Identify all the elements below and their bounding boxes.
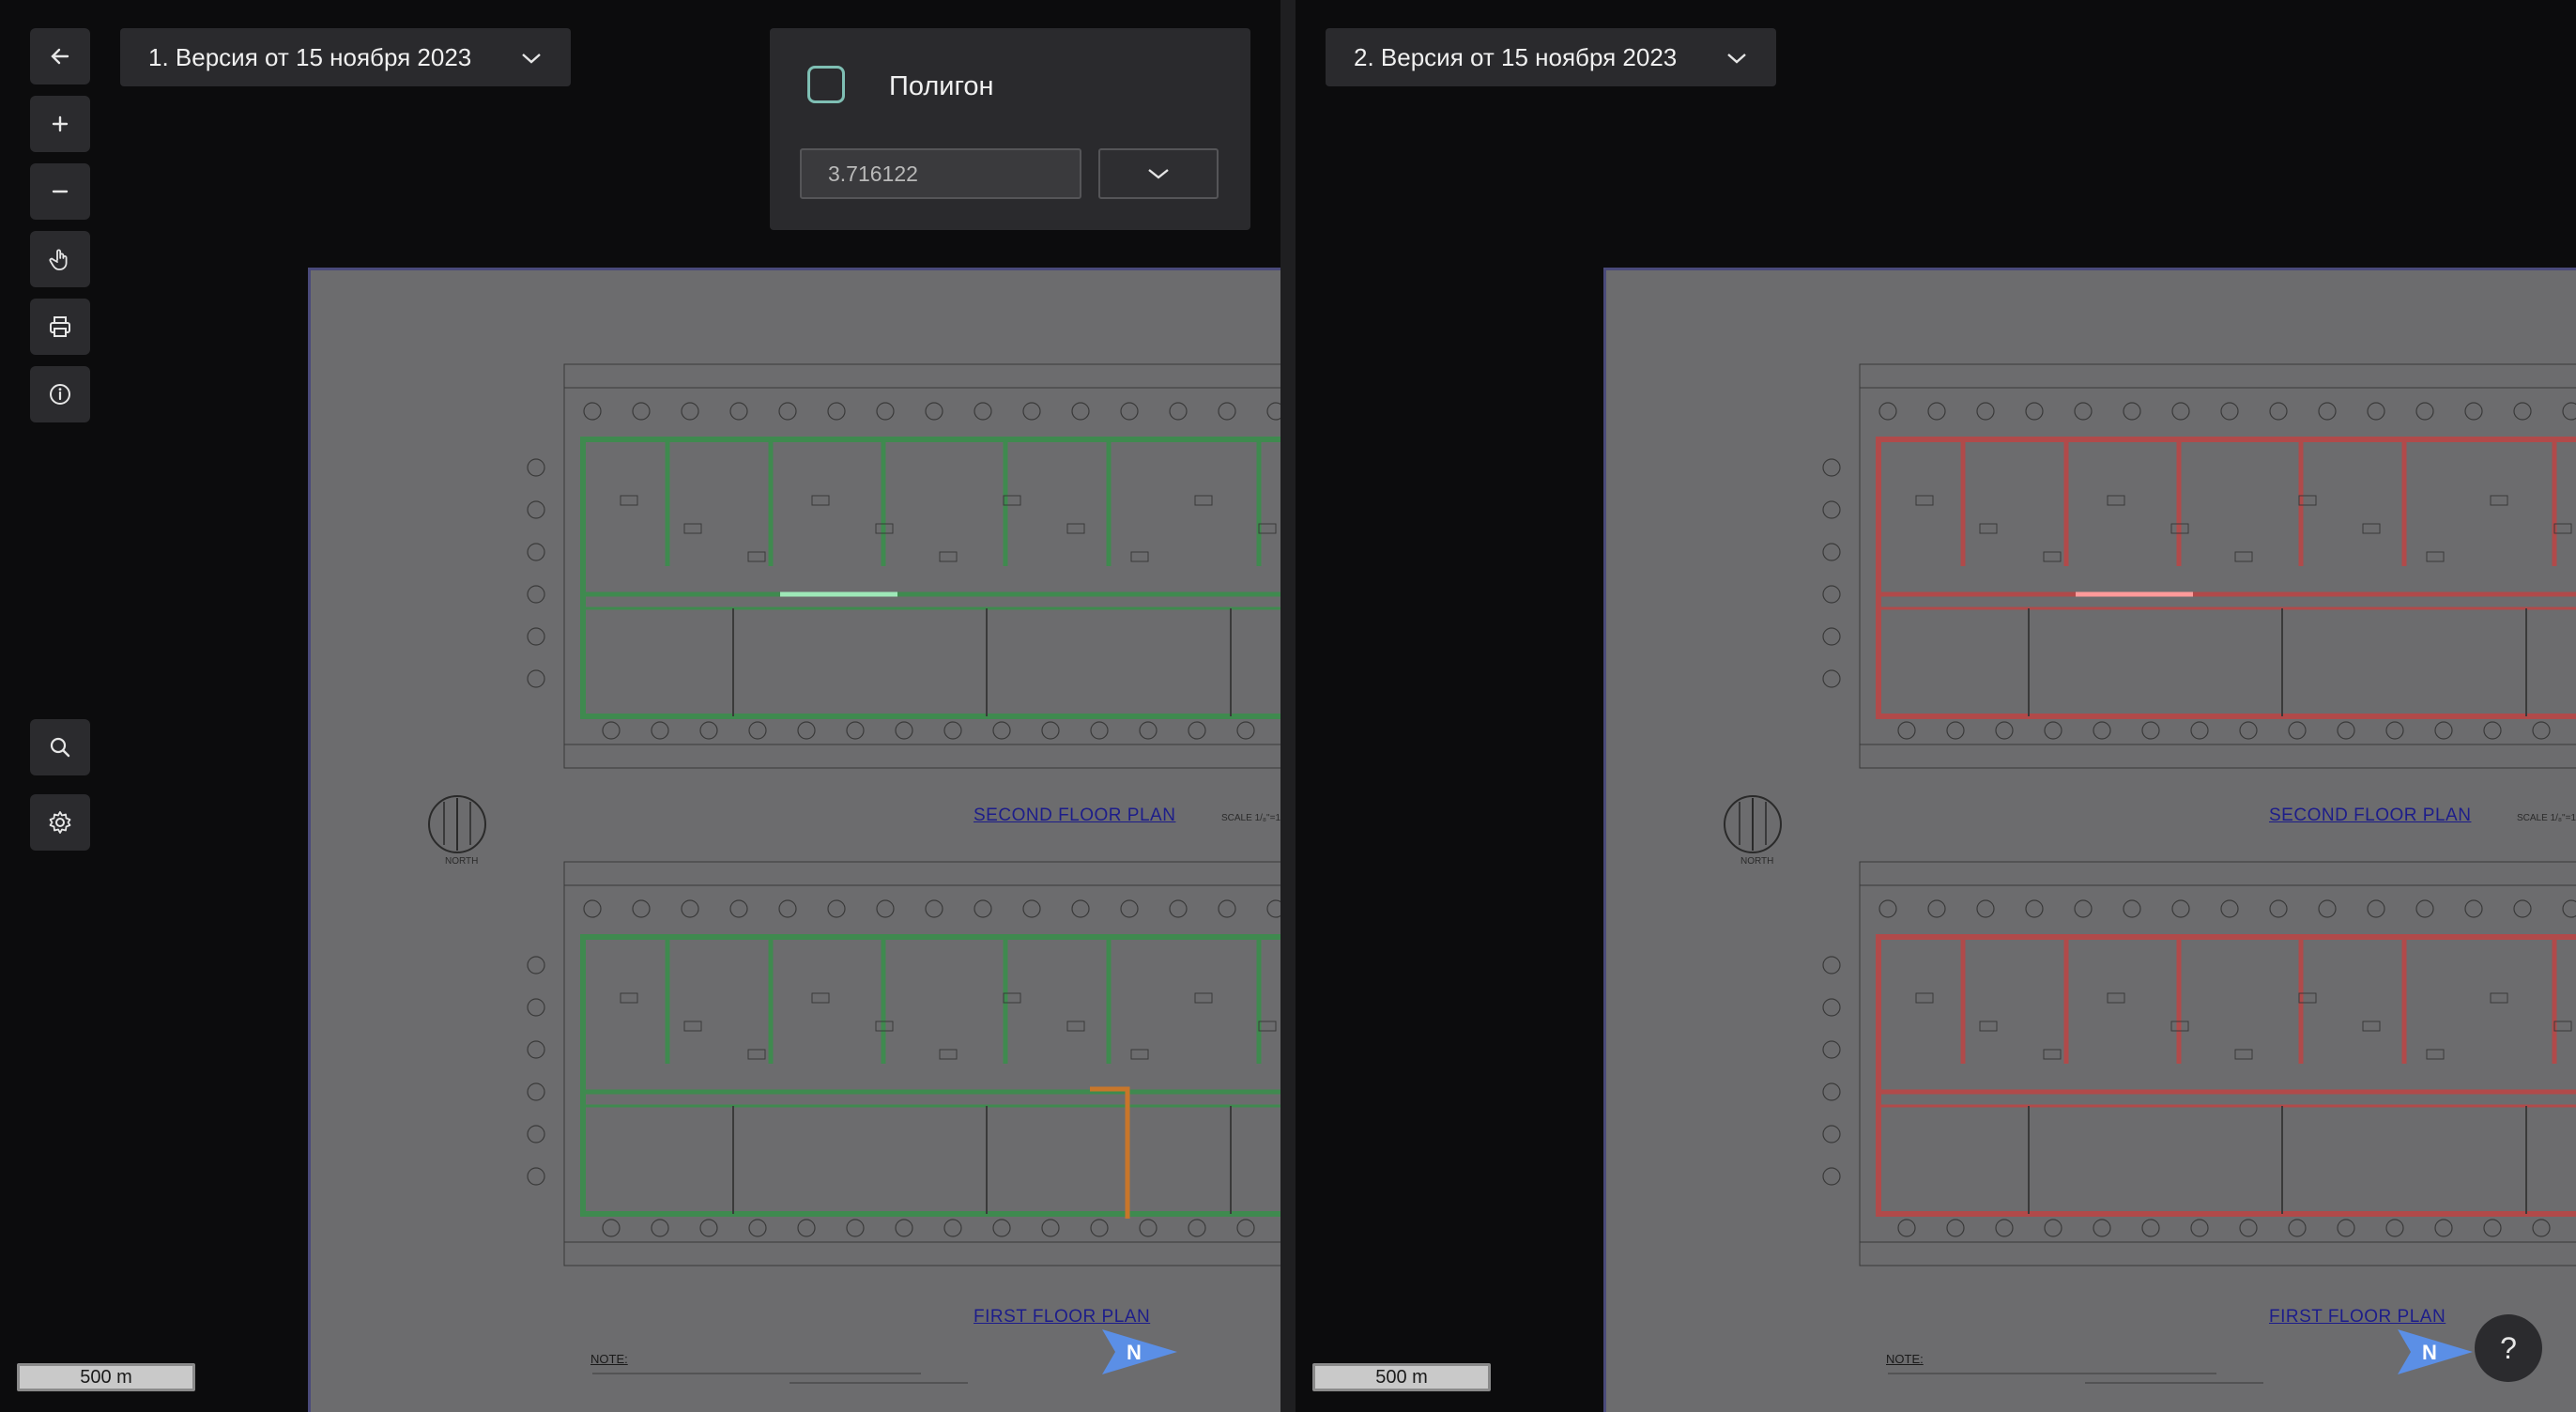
print-icon xyxy=(50,316,70,337)
floor-plan-drawing-left xyxy=(428,363,1280,1384)
scale-note: SCALE 1/₈"=1'-0" xyxy=(2517,813,2576,823)
north-arrow-icon: N xyxy=(1098,1326,1177,1383)
version-select-right[interactable]: 2. Версия от 15 ноября 2023 xyxy=(1326,28,1776,86)
pan-hand-icon xyxy=(49,249,68,270)
settings-button[interactable] xyxy=(30,794,90,851)
info-icon xyxy=(50,384,70,405)
version-select-label: 1. Версия от 15 ноября 2023 xyxy=(148,42,472,71)
left-viewer-pane[interactable]: SECOND FLOOR PLAN SCALE 1/₈"=1'-0" NORTH… xyxy=(0,0,1280,1412)
drawing-sheet-right[interactable]: SECOND FLOOR PLAN SCALE 1/₈"=1'-0" NORTH… xyxy=(1603,268,2576,1412)
scale-bar: 500 m xyxy=(17,1363,195,1391)
right-viewer-pane[interactable]: SECOND FLOOR PLAN SCALE 1/₈"=1'-0" NORTH… xyxy=(1296,0,2576,1412)
version-select-label: 2. Версия от 15 ноября 2023 xyxy=(1354,42,1678,71)
zoom-out-button[interactable] xyxy=(30,163,90,220)
print-button[interactable] xyxy=(30,299,90,355)
drawing-sheet-left[interactable]: SECOND FLOOR PLAN SCALE 1/₈"=1'-0" NORTH… xyxy=(308,268,1280,1412)
polygon-value-input[interactable] xyxy=(800,148,1081,199)
polygon-checkbox[interactable] xyxy=(807,66,845,103)
note-label: NOTE: xyxy=(590,1352,628,1366)
version-select-left[interactable]: 1. Версия от 15 ноября 2023 xyxy=(120,28,571,86)
search-button[interactable] xyxy=(30,719,90,775)
scale-bar: 500 m xyxy=(1312,1363,1491,1391)
search-icon xyxy=(50,737,70,758)
north-label: NORTH xyxy=(445,856,479,867)
info-button[interactable] xyxy=(30,366,90,422)
zoom-out-icon xyxy=(52,190,69,193)
second-floor-plan-title: SECOND FLOOR PLAN xyxy=(974,806,1176,825)
first-floor-plan-title: FIRST FLOOR PLAN xyxy=(974,1307,1151,1327)
chevron-down-icon xyxy=(520,43,543,72)
pane-divider[interactable] xyxy=(1280,0,1296,1412)
back-arrow-icon xyxy=(51,48,69,65)
north-label: NORTH xyxy=(1740,856,1774,867)
note-label: NOTE: xyxy=(1886,1352,1924,1366)
chevron-down-icon xyxy=(1148,169,1169,179)
floor-plan-drawing-right xyxy=(1724,363,2576,1384)
back-button[interactable] xyxy=(30,28,90,84)
polygon-panel: Полигон xyxy=(770,28,1250,230)
second-floor-plan-title: SECOND FLOOR PLAN xyxy=(2269,806,2472,825)
help-button[interactable]: ? xyxy=(2475,1314,2542,1382)
first-floor-plan-title: FIRST FLOOR PLAN xyxy=(2269,1307,2446,1327)
north-arrow-letter: N xyxy=(2422,1341,2437,1364)
north-arrow-icon: N xyxy=(2394,1326,2473,1383)
polygon-unit-select[interactable] xyxy=(1098,148,1219,199)
pan-button[interactable] xyxy=(30,231,90,287)
scale-note: SCALE 1/₈"=1'-0" xyxy=(1221,813,1280,823)
north-arrow-letter: N xyxy=(1127,1341,1142,1364)
polygon-label: Полигон xyxy=(889,71,994,101)
chevron-down-icon xyxy=(1725,43,1748,72)
settings-gear-icon xyxy=(49,811,71,834)
zoom-in-icon xyxy=(52,115,69,132)
zoom-in-button[interactable] xyxy=(30,96,90,152)
